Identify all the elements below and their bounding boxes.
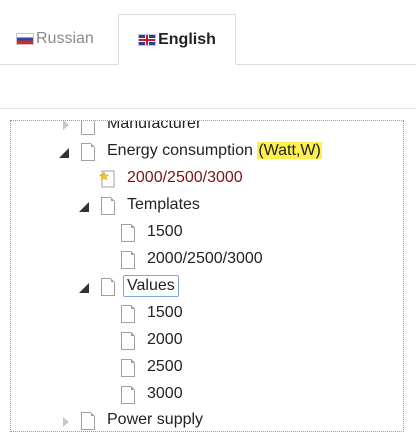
gb-flag-icon	[138, 33, 157, 46]
document-icon	[121, 359, 135, 377]
document-icon	[81, 143, 95, 161]
language-tabbar: Russian English	[0, 0, 416, 65]
tree-panel[interactable]: Manufacturer Energy consumption (Watt,W)…	[10, 120, 404, 432]
document-icon	[121, 251, 135, 269]
document-icon	[101, 278, 115, 296]
tree-node-value-3000[interactable]: 3000	[147, 385, 183, 403]
tab-russian-label: Russian	[36, 30, 94, 47]
expand-arrow-icon[interactable]	[61, 417, 71, 427]
document-icon	[101, 197, 115, 215]
tree-node-values[interactable]: Values	[123, 275, 179, 297]
collapse-arrow-icon[interactable]	[79, 283, 89, 293]
collapse-arrow-icon[interactable]	[59, 148, 69, 158]
document-icon	[121, 224, 135, 242]
tab-russian[interactable]: Russian	[16, 14, 94, 64]
tree-node-template-2000-2500-3000[interactable]: 2000/2500/3000	[147, 250, 263, 268]
tab-english-label: English	[158, 30, 216, 48]
document-icon	[121, 305, 135, 323]
document-icon	[81, 412, 95, 430]
tree-node-favorite[interactable]: 2000/2500/3000	[127, 169, 243, 187]
expand-arrow-icon[interactable]	[61, 121, 71, 130]
energy-label: Energy consumption	[107, 142, 253, 159]
tree-node-templates[interactable]: Templates	[127, 196, 200, 214]
starred-document-icon	[99, 170, 115, 188]
divider	[0, 108, 416, 109]
tree-node-manufacturer[interactable]: Manufacturer	[107, 121, 201, 133]
ru-flag-icon	[16, 33, 34, 45]
tree-node-template-1500[interactable]: 1500	[147, 223, 183, 241]
energy-unit-highlight: (Watt,W)	[257, 142, 322, 159]
tree-node-energy-consumption[interactable]: Energy consumption (Watt,W)	[107, 142, 322, 160]
tab-english[interactable]: English	[118, 14, 236, 65]
collapse-arrow-icon[interactable]	[79, 202, 89, 212]
tree-node-value-2000[interactable]: 2000	[147, 331, 183, 349]
tree-node-power-supply[interactable]: Power supply	[107, 411, 203, 429]
document-icon	[81, 121, 95, 135]
document-icon	[121, 332, 135, 350]
document-icon	[121, 386, 135, 404]
tree-node-value-1500[interactable]: 1500	[147, 304, 183, 322]
tree-node-value-2500[interactable]: 2500	[147, 358, 183, 376]
